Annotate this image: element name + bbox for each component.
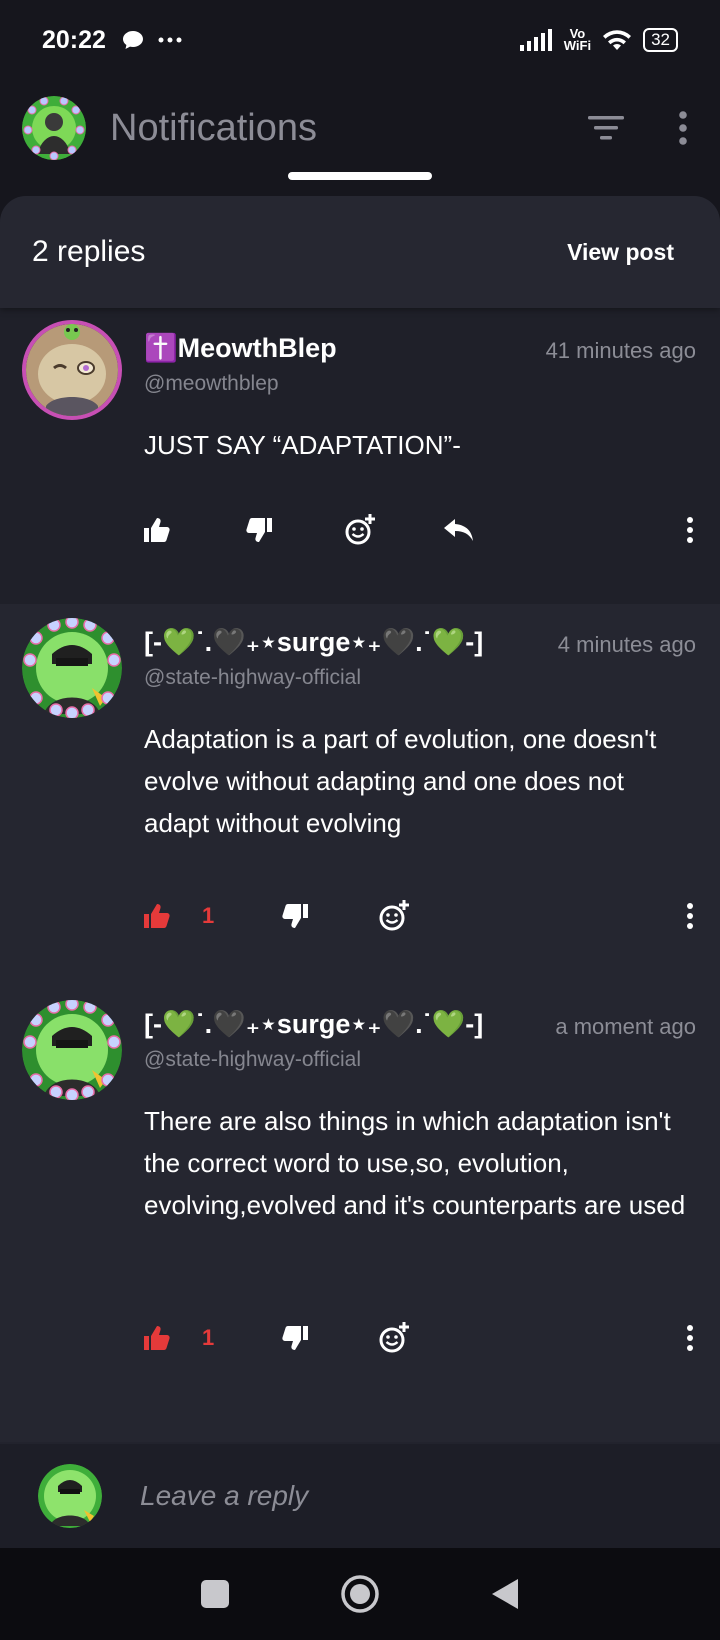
profile-avatar[interactable] [22,96,86,160]
sheet-drag-handle[interactable] [288,172,432,180]
comment-author[interactable]: ✝️MeowthBlep [144,332,337,364]
comment-body: JUST SAY “ADAPTATION”- [144,430,461,460]
comment-handle: @state-highway-official [144,1048,362,1071]
like-count: 1 [202,903,215,928]
reply-button[interactable] [444,519,474,541]
like-count: 1 [202,1325,215,1350]
comment-body: Adaptation is a part of evolution, one d… [144,724,657,838]
sheet-header: 2 replies View post [0,196,720,308]
like-button[interactable]: 1 [144,903,214,929]
comment-more-button[interactable] [686,1325,694,1351]
dislike-button[interactable] [246,518,272,542]
react-button[interactable] [344,514,376,546]
comment-time: a moment ago [555,1014,696,1039]
like-button[interactable] [144,518,170,542]
avatar[interactable] [22,618,122,718]
reply-arrow-icon [444,519,473,541]
add-reaction-icon [379,1322,410,1353]
replies-sheet: 2 replies View post ✝️MeowthBlep 41 minu… [0,196,720,1548]
react-button[interactable] [378,900,410,932]
vowifi-bottom: WiFi [563,38,592,53]
add-reaction-icon [379,900,410,931]
back-triangle-icon[interactable] [490,1578,520,1610]
signal-icon [519,29,552,51]
status-bar: 20:22 Vo WiFi 32 [0,0,720,80]
home-circle-icon[interactable] [340,1574,380,1614]
recents-square-icon[interactable] [200,1579,230,1609]
author-name: MeowthBlep [177,333,337,363]
more-dots-icon [158,37,182,43]
dislike-button[interactable] [282,904,309,928]
comment-author[interactable]: [-💚˙.🖤₊⋆surge⋆₊🖤.˙💚-] [144,1008,483,1040]
vowifi-indicator: Vo WiFi [563,27,592,53]
comment-item: [-💚˙.🖤₊⋆surge⋆₊🖤.˙💚-] 4 minutes ago @sta… [0,604,720,986]
dislike-button[interactable] [282,1326,309,1350]
comment-more-button[interactable] [686,903,694,929]
status-time: 20:22 [42,25,106,54]
reply-input[interactable]: Leave a reply [140,1480,308,1512]
battery-level: 32 [651,30,670,49]
comment-time: 41 minutes ago [545,338,696,363]
current-user-avatar [38,1464,102,1528]
thumbs-down-icon [282,904,309,928]
avatar[interactable] [22,1000,122,1100]
reply-bar: Leave a reply [0,1444,720,1548]
comment-actions: 1 [144,1322,694,1354]
more-vertical-icon [687,903,693,929]
more-vertical-icon [687,1325,693,1351]
battery-icon: 32 [643,28,678,52]
comment-item: ✝️MeowthBlep 41 minutes ago @meowthblep … [0,308,720,604]
thumbs-up-icon [144,518,170,542]
thumbs-down-icon [246,518,272,542]
filter-icon[interactable] [588,115,624,141]
thumbs-up-icon [144,904,170,928]
system-nav-bar [0,1548,720,1640]
app-bar: Notifications [0,82,720,174]
like-button[interactable]: 1 [144,1325,214,1351]
reply-count: 2 replies [32,235,146,268]
comment-handle: @state-highway-official [144,666,362,689]
author-badge: ✝️ [144,333,178,363]
comment-time: 4 minutes ago [557,632,696,657]
comment-item: [-💚˙.🖤₊⋆surge⋆₊🖤.˙💚-] a moment ago @stat… [0,986,720,1442]
comment-body: There are also things in which adaptatio… [144,1106,686,1220]
comment-handle: @meowthblep [144,372,279,395]
thumbs-up-icon [144,1326,170,1350]
add-reaction-icon [345,514,375,545]
view-post-button[interactable]: View post [567,239,674,266]
overflow-menu-icon[interactable] [678,111,688,145]
comment-actions: 1 [144,900,694,932]
wifi-icon [603,30,632,50]
avatar[interactable] [22,320,122,420]
comment-actions [144,514,694,546]
comment-more-button[interactable] [686,517,694,543]
react-button[interactable] [378,1322,410,1354]
thumbs-down-icon [282,1326,309,1350]
page-title: Notifications [110,106,317,149]
more-vertical-icon [687,517,693,543]
chat-bubble-icon [122,31,143,49]
comment-author[interactable]: [-💚˙.🖤₊⋆surge⋆₊🖤.˙💚-] [144,626,483,658]
